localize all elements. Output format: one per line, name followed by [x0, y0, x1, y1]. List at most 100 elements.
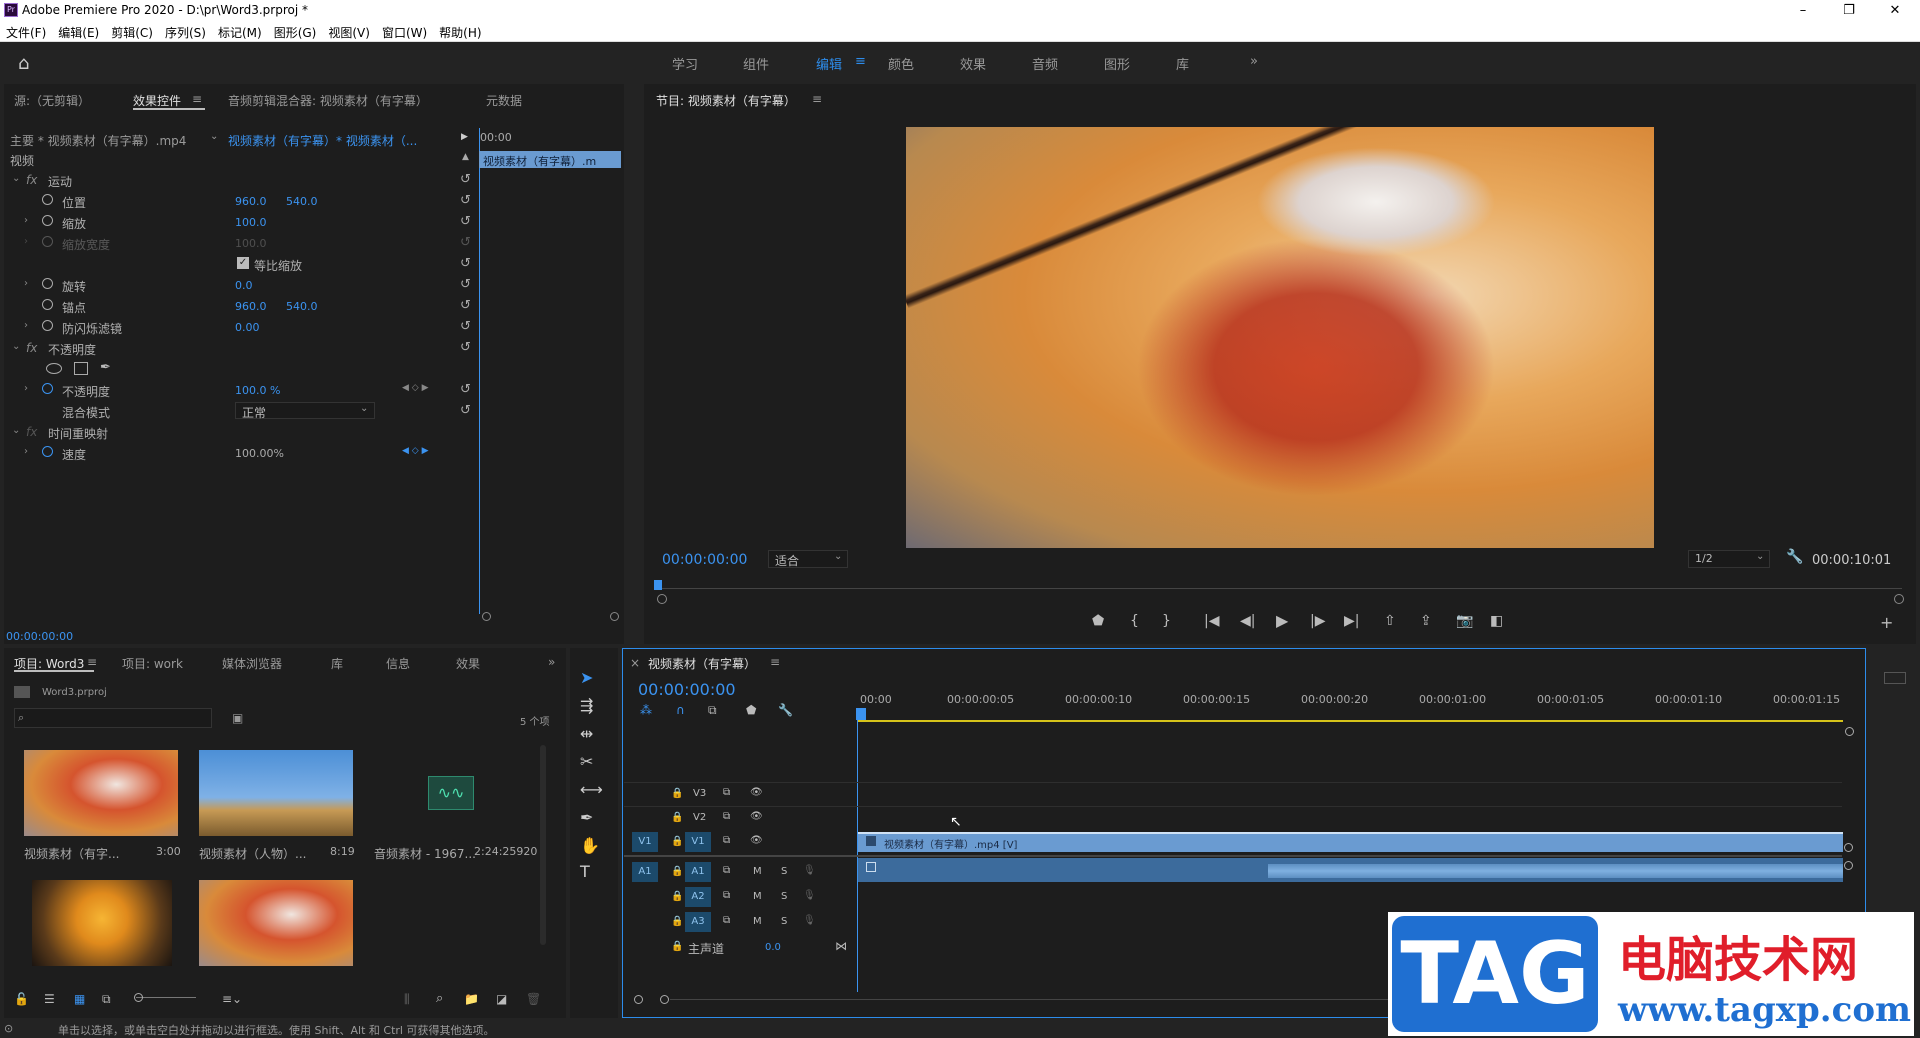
reset-icon[interactable]: ↺ [460, 403, 471, 418]
workspace-color[interactable]: 颜色 [888, 54, 914, 73]
menu-sequence[interactable]: 序列(S) [159, 22, 212, 43]
ripple-edit-tool-icon[interactable]: ⇹ [580, 724, 593, 743]
timeline-scrollbar[interactable] [670, 999, 1390, 1000]
minimize-button[interactable]: – [1780, 0, 1826, 22]
project-search-input[interactable] [14, 708, 212, 728]
track-label-a2[interactable]: A2 [685, 887, 711, 907]
anchor-x-value[interactable]: 960.0 [235, 300, 267, 313]
stopwatch-icon[interactable] [42, 278, 53, 289]
lift-icon[interactable]: ⇧ [1384, 613, 1396, 629]
ec-clip-bar[interactable]: 视频素材（有字幕）.m [479, 151, 621, 168]
lock-icon[interactable]: 🔓 [14, 992, 29, 1006]
thumbnail-sequence[interactable] [199, 880, 353, 966]
chevron-down-icon[interactable]: ⌄ [12, 341, 20, 352]
ec-timecode[interactable]: 00:00:00:00 [6, 630, 73, 643]
menu-view[interactable]: 视图(V) [322, 22, 376, 43]
workspace-assembly[interactable]: 组件 [743, 54, 769, 73]
sort-icon[interactable]: ≡⌄ [222, 992, 242, 1006]
ec-zoom-handle-right[interactable] [610, 612, 619, 621]
tab-effects[interactable]: 效果 [456, 655, 480, 672]
sync-lock-icon[interactable]: ⧉ [723, 890, 730, 901]
program-time-ruler[interactable] [656, 588, 1902, 602]
source-patch-a1[interactable]: A1 [632, 862, 658, 882]
stopwatch-icon[interactable] [42, 383, 53, 394]
rectangle-mask-icon[interactable] [74, 362, 88, 375]
menu-clip[interactable]: 剪辑(C) [105, 22, 159, 43]
workspace-menu-icon[interactable]: ≡ [855, 54, 866, 69]
workspace-more-button[interactable]: » [1250, 54, 1258, 69]
ec-zoom-handle-left[interactable] [482, 612, 491, 621]
menu-help[interactable]: 帮助(H) [433, 22, 487, 43]
go-to-out-icon[interactable]: ▶| [1344, 613, 1359, 629]
lock-icon[interactable]: 🔒 [671, 788, 683, 799]
snap-icon[interactable]: ∩ [676, 703, 685, 717]
vertical-zoom-handle[interactable] [1845, 727, 1854, 736]
mark-out-icon[interactable]: } [1162, 613, 1171, 629]
add-marker-icon[interactable]: ⬟ [1092, 613, 1104, 629]
timeline-timecode[interactable]: 00:00:00:00 [638, 680, 736, 699]
chevron-right-icon[interactable]: › [24, 278, 28, 289]
keyframe-nav-icon[interactable]: ◀ ◇ ▶ [402, 446, 429, 456]
lock-icon[interactable]: 🔒 [671, 866, 683, 877]
lock-icon[interactable]: 🔒 [671, 891, 683, 902]
scale-value[interactable]: 100.0 [235, 216, 267, 229]
workspace-audio[interactable]: 音频 [1032, 54, 1058, 73]
uniform-scale-checkbox[interactable]: ✓ [237, 257, 249, 269]
step-forward-icon[interactable]: |▶ [1310, 613, 1325, 629]
reset-icon[interactable]: ↺ [460, 382, 471, 397]
add-button-icon[interactable]: + [1880, 613, 1893, 632]
time-remap-row[interactable]: ⌄ fx 时间重映射 [4, 422, 474, 442]
program-menu-icon[interactable]: ≡ [812, 92, 822, 106]
ec-playhead[interactable] [479, 128, 480, 614]
mute-button[interactable]: M [753, 891, 762, 902]
timeline-zoom-left[interactable] [634, 995, 643, 1004]
home-icon[interactable]: ⌂ [18, 53, 29, 74]
linked-selection-icon[interactable]: ⧉ [708, 703, 717, 718]
tab-media-browser[interactable]: 媒体浏览器 [222, 655, 282, 672]
workspace-learn[interactable]: 学习 [672, 54, 698, 73]
audio-waveform-icon[interactable]: ∿∿ [428, 776, 474, 810]
mic-icon[interactable]: 🎙 [803, 915, 816, 926]
thumbnail-video-subtitle[interactable] [24, 750, 178, 836]
motion-row[interactable]: ⌄ fx 运动 ↺ [4, 170, 474, 190]
stopwatch-icon[interactable] [42, 320, 53, 331]
chevron-right-icon[interactable]: › [24, 215, 28, 226]
menu-window[interactable]: 窗口(W) [376, 22, 433, 43]
thumbnail-leaf[interactable] [32, 880, 172, 966]
sequence-clip-label[interactable]: 视频素材（有字幕）* 视频素材（... [228, 132, 417, 149]
workspace-effects[interactable]: 效果 [960, 54, 986, 73]
tab-audio-clip-mixer[interactable]: 音频剪辑混合器: 视频素材（有字幕） [228, 92, 428, 109]
master-clip-label[interactable]: 主要 * 视频素材（有字幕）.mp4 [10, 132, 186, 149]
work-area-bar[interactable] [858, 720, 1843, 722]
zoom-handle-left[interactable] [657, 594, 667, 604]
zoom-handle-right[interactable] [1894, 594, 1904, 604]
extract-icon[interactable]: ⇪ [1420, 613, 1432, 629]
speed-value[interactable]: 100.00% [235, 447, 284, 460]
tab-menu-icon[interactable]: ≡ [192, 92, 202, 106]
add-marker-icon[interactable]: ⬟ [746, 703, 756, 717]
position-y-value[interactable]: 540.0 [286, 195, 318, 208]
sync-lock-icon[interactable]: ⧉ [723, 865, 730, 876]
opacity-value[interactable]: 100.0 % [235, 384, 280, 397]
play-only-icon[interactable]: ▶ [461, 132, 468, 142]
mark-in-icon[interactable]: { [1130, 613, 1139, 629]
timeline-zoom-right[interactable] [660, 995, 669, 1004]
zoom-slider-handle[interactable] [134, 993, 143, 1002]
source-patch-v1[interactable]: V1 [632, 832, 658, 852]
timeline-title[interactable]: 视频素材（有字幕） [648, 655, 756, 672]
timeline-menu-icon[interactable]: ≡ [770, 655, 780, 669]
chevron-right-icon[interactable]: › [24, 383, 28, 394]
play-icon[interactable]: ▶ [1276, 611, 1288, 630]
tab-project-work[interactable]: 项目: work [122, 655, 183, 672]
reset-icon[interactable]: ↺ [460, 298, 471, 313]
new-bin-icon[interactable]: 📁 [464, 992, 479, 1006]
tab-effect-controls[interactable]: 效果控件 [133, 92, 181, 109]
reset-icon[interactable]: ↺ [460, 172, 471, 187]
track-label-v3[interactable]: V3 [693, 788, 706, 799]
lock-icon[interactable]: 🔒 [671, 941, 683, 952]
stopwatch-icon[interactable] [42, 446, 53, 457]
reset-icon[interactable]: ↺ [460, 214, 471, 229]
tab-menu-icon[interactable]: ≡ [87, 655, 97, 669]
step-back-icon[interactable]: ◀| [1240, 613, 1255, 629]
track-label-v1[interactable]: V1 [685, 832, 711, 852]
